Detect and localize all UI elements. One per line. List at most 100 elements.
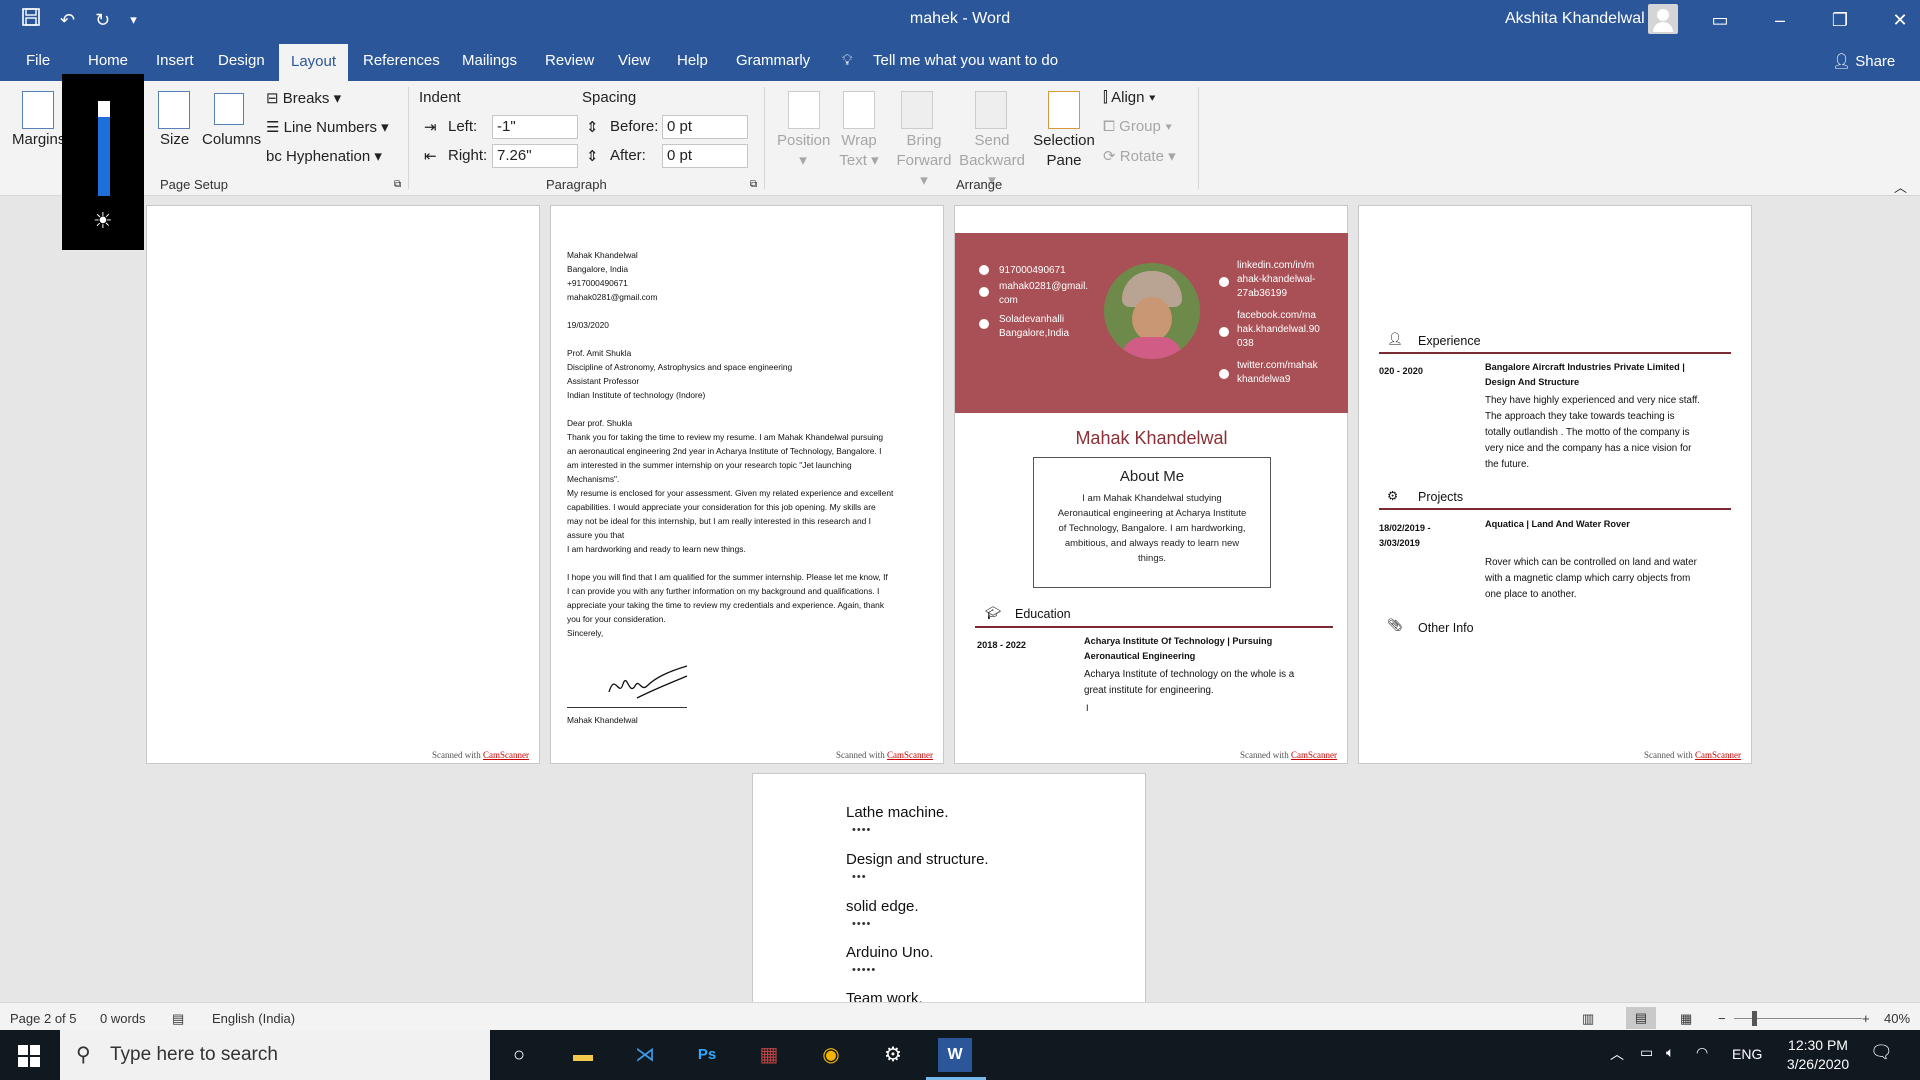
tray-overflow-icon[interactable]: ︿ (1610, 1044, 1624, 1064)
indent-left-input[interactable]: -1" (492, 115, 578, 139)
page-3[interactable]: 917000490671 mahak0281@gmail. com Soladev… (954, 205, 1348, 764)
windows-start-icon[interactable] (18, 1045, 40, 1072)
align-button[interactable]: ⫿ Align ▾ (1103, 89, 1156, 106)
indent-right-input[interactable]: 7.26" (492, 144, 578, 168)
page-2[interactable]: Mahak Khandelwal Bangalore, India +9170004… (550, 205, 944, 764)
size-button[interactable]: Size (160, 131, 189, 148)
margins-button[interactable]: Margins (12, 131, 65, 148)
spacing-label: Spacing (582, 89, 637, 106)
experience-description: They have highly experienced and very ni… (1485, 395, 1700, 470)
winrar-icon[interactable]: ▦ (752, 1038, 786, 1072)
clock[interactable]: 12:30 PM 3/26/2020 (1778, 1036, 1858, 1074)
education-school: Acharya Institute Of Technology | Pursui… (1084, 636, 1273, 661)
user-name[interactable]: Akshita Khandelwal (1505, 10, 1645, 28)
close-button[interactable]: ✕ (1870, 0, 1920, 40)
taskbar-search-box[interactable]: ⚲ Type here to search (60, 1030, 490, 1080)
tab-layout[interactable]: Layout (279, 44, 349, 81)
proofing-icon[interactable]: ▤ (172, 1011, 184, 1027)
tell-me-search[interactable]: Tell me what you want to do (873, 52, 1058, 69)
minimize-button[interactable]: – (1750, 0, 1810, 40)
read-mode-icon[interactable]: ▥ (1582, 1011, 1594, 1027)
signature-name: Mahak Khandelwal (567, 715, 638, 725)
page-1[interactable]: Scanned with CamScanner (146, 205, 540, 764)
zoom-out-button[interactable]: − (1718, 1011, 1726, 1026)
letter-line: capabilities. I would appreciate your co… (567, 502, 876, 512)
share-button[interactable]: 👤︎ Share (1832, 52, 1895, 70)
word-count[interactable]: 0 words (100, 1011, 146, 1026)
sun-icon: ☀ (93, 208, 113, 233)
ribbon-display-options-icon[interactable]: ▭ (1690, 0, 1750, 40)
tab-grammarly[interactable]: Grammarly (736, 52, 810, 69)
tab-file[interactable]: File (26, 52, 50, 69)
input-language[interactable]: ENG (1732, 1046, 1762, 1062)
linkedin-icon (1219, 277, 1229, 287)
page-4[interactable]: 👤︎ Experience 020 - 2020 Bangalore Aircr… (1358, 205, 1752, 764)
zoom-slider-thumb[interactable] (1752, 1011, 1757, 1026)
tab-mailings[interactable]: Mailings (462, 52, 517, 69)
settings-gear-icon[interactable]: ⚙ (876, 1038, 910, 1072)
zoom-in-button[interactable]: + (1862, 1011, 1870, 1026)
letter-line: Mechanisms". (567, 474, 620, 484)
tab-review[interactable]: Review (545, 52, 594, 69)
notifications-icon[interactable]: 🗨︎ (1870, 1042, 1893, 1063)
tab-help[interactable]: Help (677, 52, 708, 69)
photoshop-icon[interactable]: Ps (690, 1038, 724, 1072)
contact-twitter: twitter.com/mahak khandelwa9 (1237, 360, 1318, 385)
zoom-level[interactable]: 40% (1884, 1011, 1910, 1026)
location-icon (979, 319, 989, 329)
bring-forward-button[interactable]: Bring Forward ▾ (894, 131, 954, 191)
line-numbers-button[interactable]: ☰ Line Numbers ▾ (266, 118, 389, 136)
tab-view[interactable]: View (618, 52, 650, 69)
contact-address: Soladevanhalli Bangalore,India (999, 314, 1070, 339)
web-layout-icon[interactable]: ▦ (1680, 1011, 1692, 1027)
wrap-text-button[interactable]: Wrap Text ▾ (838, 131, 880, 171)
chrome-icon[interactable]: ◉ (814, 1038, 848, 1072)
tab-design[interactable]: Design (218, 52, 265, 69)
collapse-ribbon-icon[interactable]: ︿ (1894, 177, 1907, 196)
hyphenation-button[interactable]: bc Hyphenation ▾ (266, 147, 382, 165)
scan-footer: Scanned with CamScanner (1644, 750, 1741, 760)
skill-item: Arduino Uno. (846, 944, 934, 961)
word-icon[interactable]: W (938, 1038, 972, 1072)
vscode-icon[interactable]: ⋊ (628, 1038, 662, 1072)
spacing-before-input[interactable]: 0 pt (662, 115, 748, 139)
title-bar: ↶ ↻ ▾ mahek - Word Akshita Khandelwal ▭ … (0, 0, 1920, 40)
breaks-label: Breaks (282, 90, 330, 107)
about-me-title: About Me (1119, 468, 1185, 485)
paragraph-launcher-icon[interactable]: ⧉ (750, 179, 757, 190)
tab-home[interactable]: Home (88, 52, 128, 69)
wifi-icon[interactable]: ◠ (1696, 1044, 1708, 1061)
signature-image (608, 665, 688, 699)
group-button[interactable]: ⧠ Group ▾ (1103, 118, 1172, 135)
scan-footer: Scanned with CamScanner (836, 750, 933, 760)
breaks-button[interactable]: ⊟ Breaks ▾ (266, 89, 341, 107)
columns-button[interactable]: Columns (202, 131, 261, 148)
brightness-level-bar[interactable] (98, 101, 110, 196)
page-5[interactable]: Lathe machine. •••• Design and structure… (752, 773, 1146, 1007)
about-me-box: About Me I am Mahak Khandelwal studying A… (1033, 457, 1271, 588)
spacing-after-input[interactable]: 0 pt (662, 144, 748, 168)
cortana-icon[interactable]: ○ (502, 1038, 536, 1072)
project-description: Rover which can be controlled on land an… (1485, 557, 1697, 600)
page-setup-launcher-icon[interactable]: ⧉ (394, 179, 401, 190)
position-button[interactable]: Position ▾ (777, 131, 830, 171)
rotate-button[interactable]: ⟳ Rotate ▾ (1103, 147, 1176, 165)
avatar[interactable] (1648, 4, 1678, 34)
print-layout-icon[interactable]: ▤ (1626, 1007, 1656, 1029)
restore-button[interactable]: ❐ (1810, 0, 1870, 40)
battery-icon[interactable]: ▭ (1640, 1044, 1653, 1061)
indent-left-icon: ⇥ (424, 119, 437, 136)
file-explorer-icon[interactable]: ▬ (566, 1038, 600, 1072)
volume-icon[interactable]: 🔈︎ (1666, 1044, 1674, 1061)
language-indicator[interactable]: English (India) (212, 1011, 295, 1026)
tab-insert[interactable]: Insert (156, 52, 194, 69)
scan-footer: Scanned with CamScanner (432, 750, 529, 760)
graduation-cap-icon: 🎓︎ (985, 606, 1001, 620)
letter-line: +917000490671 (567, 278, 628, 288)
letter-line: I am hardworking and ready to learn new … (567, 544, 746, 554)
skill-item: solid edge. (846, 898, 919, 915)
tab-references[interactable]: References (363, 52, 440, 69)
rotate-icon: ⟳ (1103, 148, 1120, 165)
page-count[interactable]: Page 2 of 5 (10, 1011, 77, 1026)
selection-pane-button[interactable]: Selection Pane (1032, 131, 1096, 171)
